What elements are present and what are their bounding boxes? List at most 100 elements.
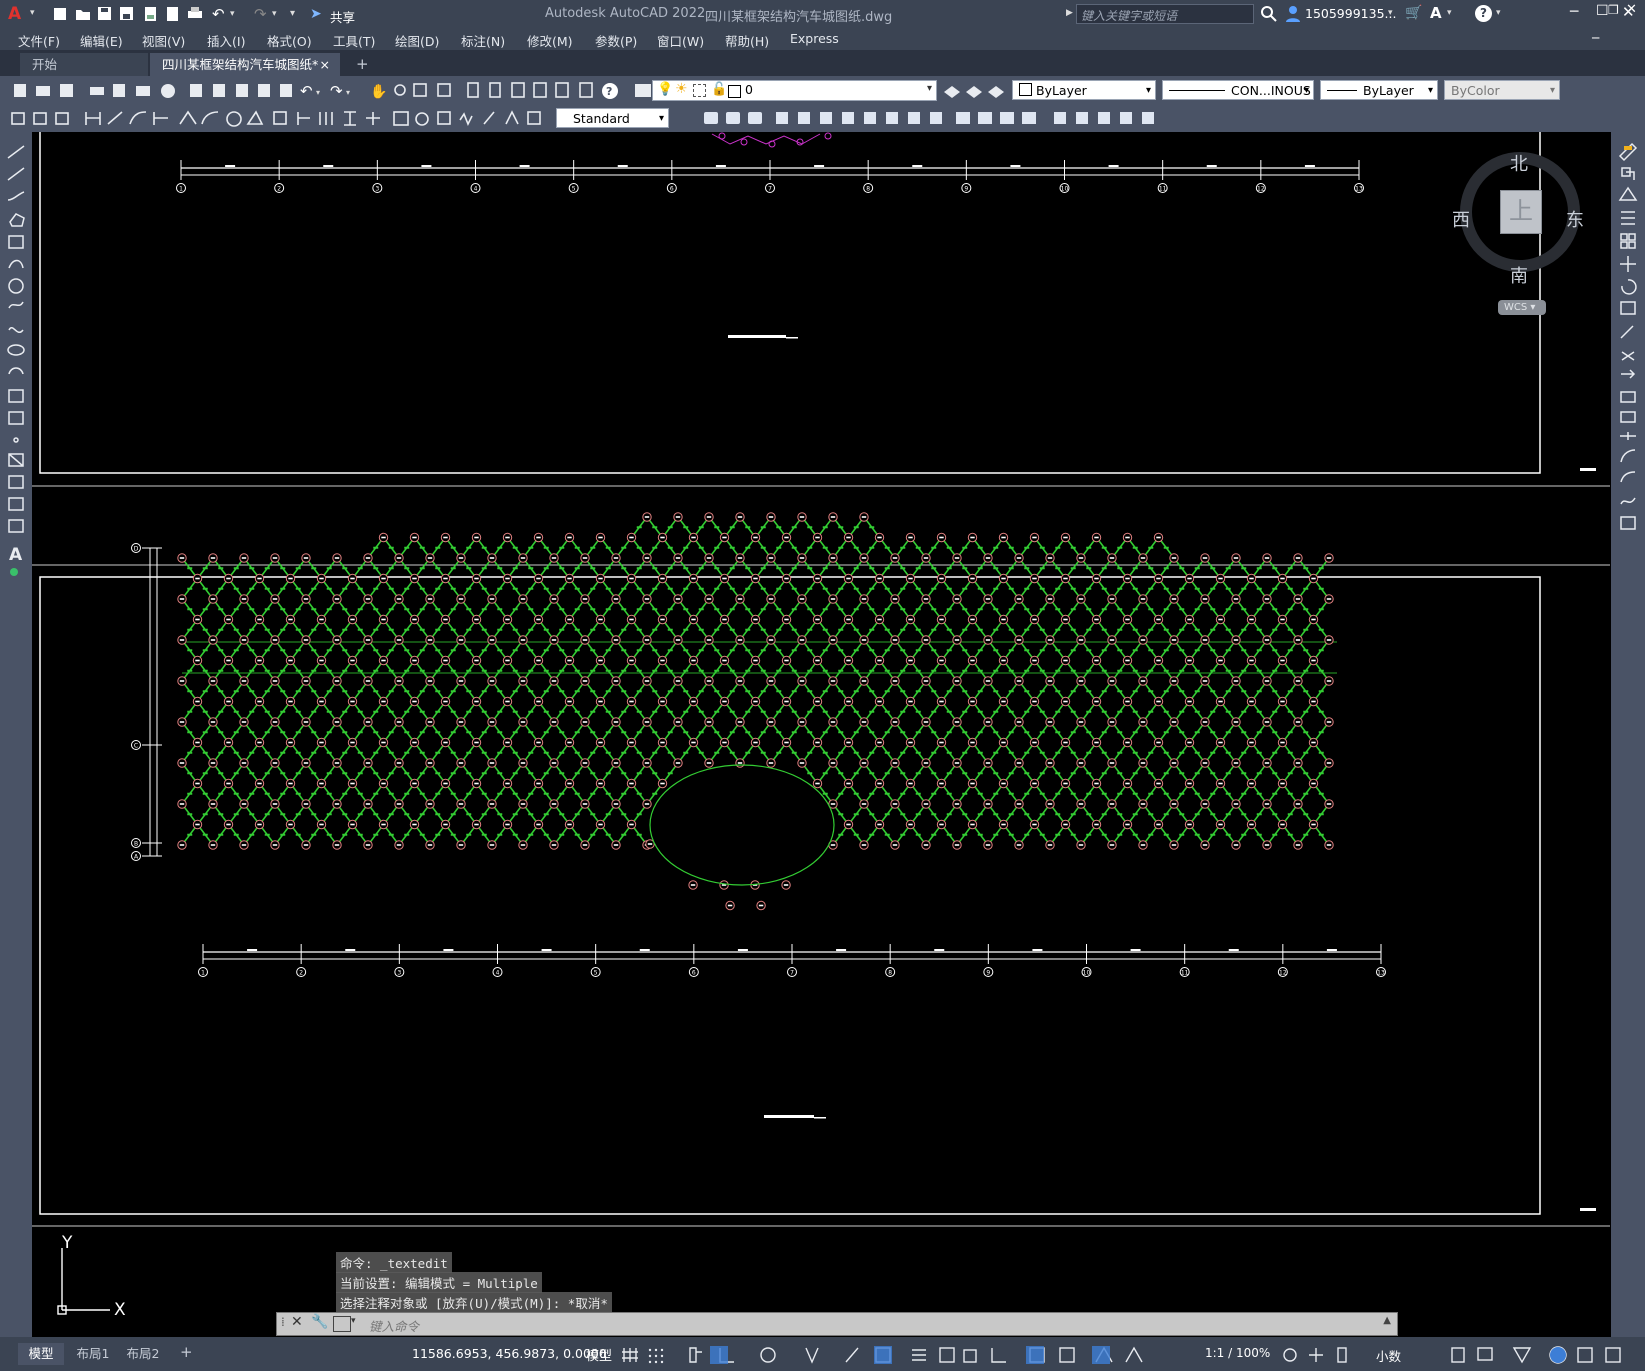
plot-icon[interactable]: [186, 5, 204, 23]
member-label: [853, 526, 859, 529]
viewcube-west[interactable]: 西: [1452, 206, 1470, 232]
menu-help[interactable]: 帮助(H): [725, 31, 769, 50]
node-label: [784, 618, 789, 621]
node-label: [551, 844, 557, 846]
undo-icon[interactable]: ↶: [212, 5, 230, 23]
node-label: [908, 741, 913, 744]
menu-window[interactable]: 窗口(W): [657, 31, 704, 50]
menu-file[interactable]: 文件(F): [18, 31, 60, 50]
search-input[interactable]: 键入关键字或短语: [1076, 4, 1254, 24]
menu-view[interactable]: 视图(V): [142, 31, 185, 50]
app-menu-arrow-icon[interactable]: ▾: [30, 8, 35, 18]
member-label: [1287, 628, 1293, 631]
help-dropdown-icon[interactable]: ▾: [1496, 8, 1501, 18]
drawing-svg[interactable]: 1 2 3 4 5 6 7 8 9 10 11 12 13 1 2 3 4 5 6 7 8 9 10 11 12 13 DCBA…: [32, 132, 1611, 1337]
standard-toolbar-icons[interactable]: ↶ ▾ ↷ ▾ ✋ ?: [10, 80, 665, 100]
new-file-icon[interactable]: [52, 5, 70, 23]
menu-edit[interactable]: 编辑(E): [80, 31, 123, 50]
command-grip-icon[interactable]: ⁞: [281, 1315, 285, 1329]
node-label: [458, 762, 464, 764]
member-label: [590, 710, 596, 713]
viewcube-north[interactable]: 北: [1510, 150, 1528, 176]
customize-qat-icon[interactable]: ▾: [290, 8, 308, 26]
command-input[interactable]: 键入命令: [369, 1316, 419, 1335]
command-history-arrow-icon[interactable]: ▲: [1383, 1315, 1391, 1326]
tab-add-icon[interactable]: +: [344, 53, 381, 76]
viewcube-south[interactable]: 南: [1510, 262, 1528, 288]
command-line[interactable]: ⁞ ✕ 🔧 ▾ 键入命令 ▲: [276, 1312, 1398, 1336]
member-label: [776, 628, 782, 631]
share-icon[interactable]: ➤: [310, 6, 322, 22]
coordinates-readout[interactable]: 11586.6953, 456.9873, 0.0000: [412, 1346, 607, 1361]
viewcube-face-top[interactable]: 上: [1500, 190, 1542, 234]
save-icon[interactable]: [96, 5, 114, 23]
account-dropdown-icon[interactable]: ▾: [1447, 8, 1452, 18]
save-as-icon[interactable]: [118, 5, 136, 23]
tab-model[interactable]: 模型: [18, 1343, 64, 1365]
redo-icon[interactable]: ↷: [254, 5, 272, 23]
draw-toolbar-icons[interactable]: A: [6, 142, 28, 582]
open-web-icon[interactable]: [142, 5, 160, 23]
modify-side-icons[interactable]: [1618, 142, 1640, 537]
menu-format[interactable]: 格式(O): [267, 31, 312, 50]
status-right-icons[interactable]: [1448, 1344, 1638, 1366]
units-dropdown[interactable]: 小数: [1376, 1346, 1401, 1365]
user-name[interactable]: 1505999135...: [1305, 6, 1396, 21]
menu-draw[interactable]: 绘图(D): [395, 31, 439, 50]
help-icon[interactable]: ?: [1475, 5, 1492, 22]
color-dropdown[interactable]: ByLayer ▾: [1012, 80, 1156, 100]
command-close-icon[interactable]: ✕: [291, 1314, 303, 1330]
tab-layout1[interactable]: 布局1: [70, 1343, 116, 1365]
search-icon[interactable]: [1260, 5, 1278, 26]
dimstyle-dropdown[interactable]: Standard ▾: [556, 108, 669, 128]
dimension-toolbar-icons[interactable]: [8, 108, 553, 128]
menu-tools[interactable]: 工具(T): [333, 31, 375, 50]
command-recent-arrow-icon[interactable]: ▾: [351, 1316, 356, 1326]
viewcube-east[interactable]: 东: [1566, 206, 1584, 232]
plotstyle-dropdown[interactable]: ByColor ▾: [1444, 80, 1560, 100]
autocad-logo-icon[interactable]: A: [8, 4, 30, 24]
menu-parametric[interactable]: 参数(P): [595, 31, 637, 50]
tab-start[interactable]: 开始: [20, 53, 148, 76]
node-label: [272, 844, 278, 846]
node-label: [536, 577, 541, 580]
tab-close-icon[interactable]: ×: [320, 53, 330, 76]
linetype-dropdown[interactable]: CON...INOUS ▾: [1162, 80, 1314, 100]
tab-layout2[interactable]: 布局2: [120, 1343, 166, 1365]
annotation-scale[interactable]: 1:1 / 100%: [1205, 1346, 1270, 1360]
autodesk-account-icon[interactable]: A: [1430, 4, 1442, 22]
redo-dropdown-icon[interactable]: ▾: [272, 9, 290, 27]
menu-insert[interactable]: 插入(I): [207, 31, 245, 50]
wcs-button[interactable]: WCS ▾: [1498, 300, 1546, 315]
save-web-icon[interactable]: [164, 5, 182, 23]
user-dropdown-icon[interactable]: ▾: [1388, 8, 1393, 18]
model-space-button[interactable]: 模型: [586, 1345, 612, 1364]
status-toggle-icons[interactable]: [620, 1344, 1200, 1366]
undo-dropdown-icon[interactable]: ▾: [230, 9, 248, 27]
menu-dimension[interactable]: 标注(N): [461, 31, 505, 50]
add-layout-icon[interactable]: +: [180, 1343, 193, 1361]
share-button[interactable]: 共享: [330, 7, 355, 26]
user-icon[interactable]: [1284, 5, 1302, 26]
minimize-icon[interactable]: ─: [1570, 4, 1578, 20]
member-label: [1194, 690, 1200, 693]
doc-close-icon[interactable]: ✕: [1626, 2, 1637, 17]
drawing-canvas[interactable]: 1 2 3 4 5 6 7 8 9 10 11 12 13 1 2 3 4 5 6 7 8 9 10 11 12 13 DCBA…: [32, 132, 1611, 1337]
lineweight-dropdown[interactable]: ByLayer ▾: [1320, 80, 1438, 100]
search-expand-icon[interactable]: ▶: [1066, 8, 1073, 18]
command-recent-icon[interactable]: [333, 1316, 351, 1332]
doc-restore-icon[interactable]: ❐: [1608, 3, 1619, 17]
member-label: [791, 587, 797, 590]
modify-toolbar-icons[interactable]: [674, 108, 1214, 128]
workspace-icons[interactable]: [1280, 1344, 1370, 1366]
maximize-icon[interactable]: ☐: [1596, 3, 1609, 19]
doc-minimize-icon[interactable]: ─: [1592, 31, 1599, 45]
cart-icon[interactable]: 🛒: [1405, 5, 1422, 21]
layer-tools-icons[interactable]: [942, 80, 1006, 100]
command-customize-icon[interactable]: 🔧: [311, 1314, 328, 1330]
open-file-icon[interactable]: [74, 5, 92, 23]
tab-active-drawing[interactable]: 四川某框架结构汽车城图纸* ×: [150, 53, 340, 76]
layer-dropdown[interactable]: 💡 ☀ 🔓 0 ▾: [652, 80, 937, 101]
menu-modify[interactable]: 修改(M): [527, 31, 573, 50]
menu-express[interactable]: Express: [790, 31, 839, 46]
